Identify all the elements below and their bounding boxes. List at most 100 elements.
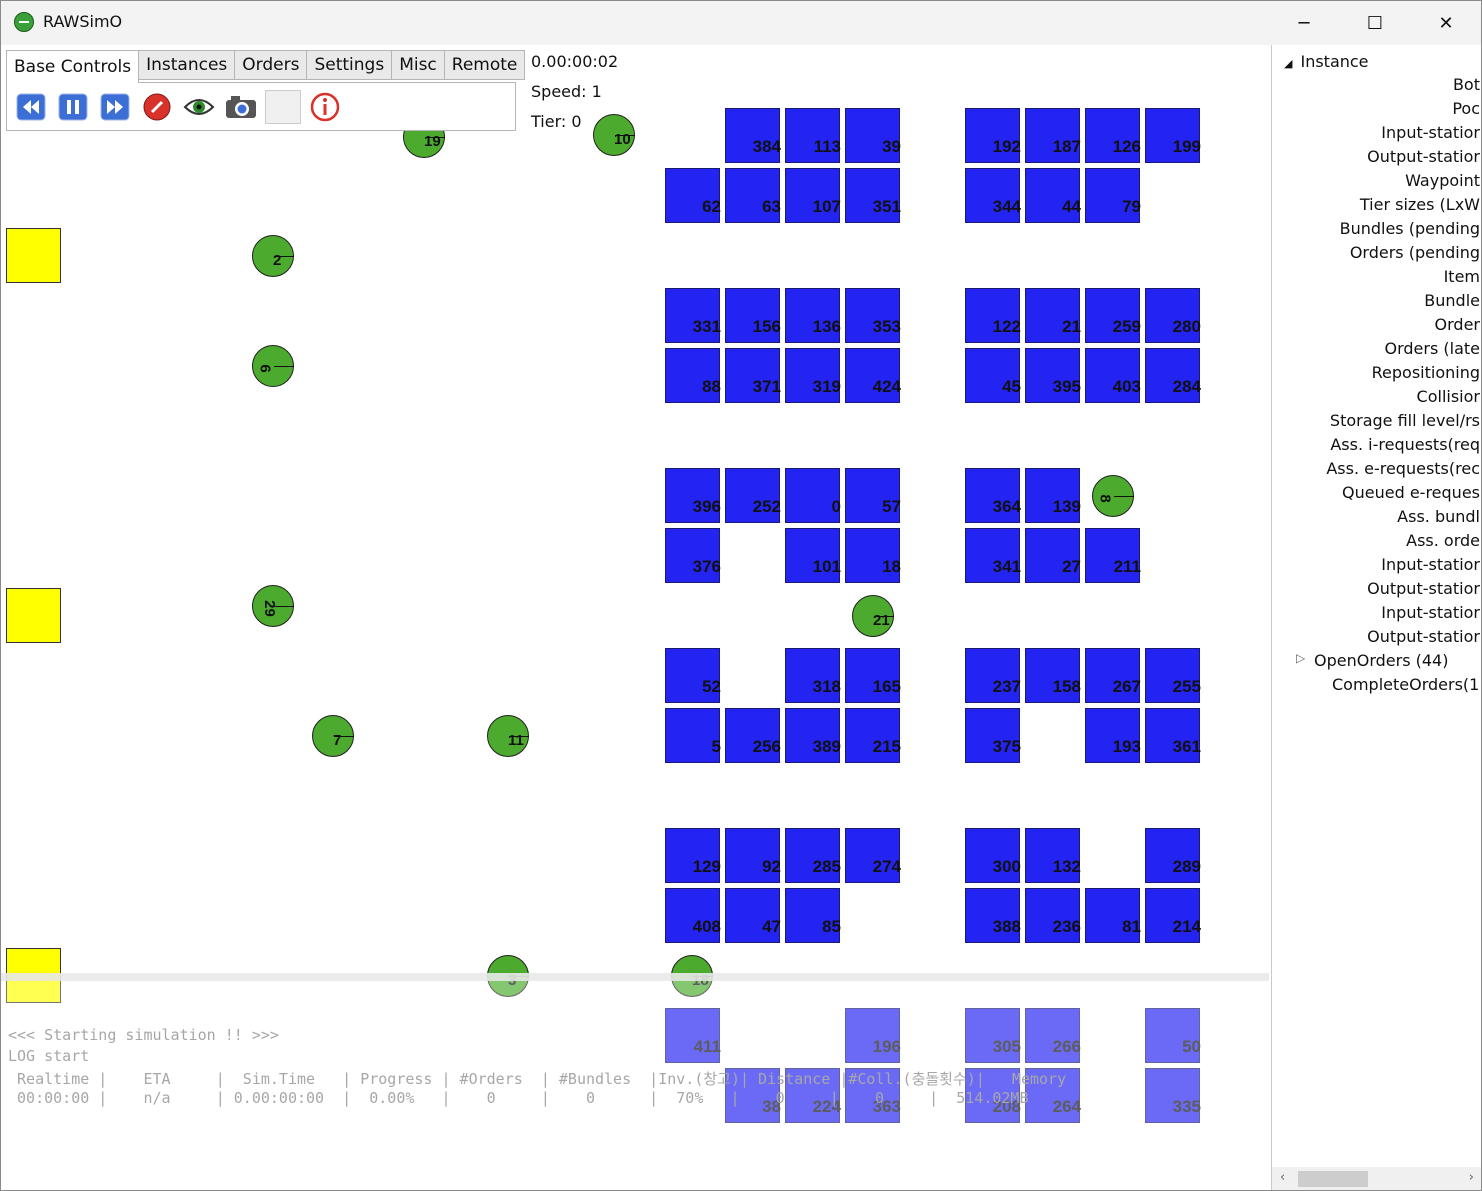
pod[interactable]: 85 [785, 888, 841, 943]
pod[interactable]: 331 [665, 288, 721, 343]
tree-item[interactable]: Output-statior [1367, 627, 1480, 646]
pod[interactable]: 361 [1145, 708, 1201, 763]
pod[interactable]: 424 [845, 348, 901, 403]
pod[interactable]: 237 [965, 648, 1021, 703]
pod[interactable]: 389 [785, 708, 841, 763]
tree-item[interactable]: Bundle [1424, 291, 1480, 310]
tab-misc[interactable]: Misc [391, 50, 445, 80]
pod[interactable]: 280 [1145, 288, 1201, 343]
pod[interactable]: 267 [1085, 648, 1141, 703]
pod[interactable]: 0 [785, 468, 841, 523]
pod[interactable]: 236 [1025, 888, 1081, 943]
visibility-button[interactable] [183, 92, 215, 122]
station[interactable] [6, 588, 61, 643]
pod[interactable]: 187 [1025, 108, 1081, 163]
scrollbar-thumb[interactable] [1298, 1171, 1368, 1187]
scroll-right-icon[interactable]: › [1469, 1170, 1474, 1185]
pod[interactable]: 45 [965, 348, 1021, 403]
pod[interactable]: 388 [965, 888, 1021, 943]
tab-orders[interactable]: Orders [234, 50, 308, 80]
bot[interactable]: 6 [252, 345, 294, 387]
pod[interactable]: 215 [845, 708, 901, 763]
pod[interactable]: 39 [845, 108, 901, 163]
pod[interactable]: 341 [965, 528, 1021, 583]
pod[interactable]: 132 [1025, 828, 1081, 883]
pod[interactable]: 371 [725, 348, 781, 403]
pause-button[interactable] [57, 92, 89, 122]
pod[interactable]: 408 [665, 888, 721, 943]
tree-item[interactable]: Output-statior [1367, 579, 1480, 598]
bot[interactable]: 10 [593, 114, 635, 156]
pod[interactable]: 353 [845, 288, 901, 343]
pod[interactable]: 129 [665, 828, 721, 883]
tab-settings[interactable]: Settings [306, 50, 393, 80]
pod[interactable]: 384 [725, 108, 781, 163]
pod[interactable]: 21 [1025, 288, 1081, 343]
bot[interactable]: 8 [1092, 475, 1134, 517]
expand-triangle-icon[interactable]: ▷ [1296, 651, 1305, 665]
pod[interactable]: 44 [1025, 168, 1081, 223]
pod[interactable]: 88 [665, 348, 721, 403]
tree-item[interactable]: Ass. orde [1406, 531, 1480, 550]
tab-instances[interactable]: Instances [138, 50, 236, 80]
info-button[interactable] [309, 92, 341, 122]
pod[interactable]: 63 [725, 168, 781, 223]
tree-item[interactable]: Item [1444, 267, 1480, 286]
pod[interactable]: 107 [785, 168, 841, 223]
pod[interactable]: 165 [845, 648, 901, 703]
tree-item[interactable]: Poc [1452, 99, 1480, 118]
pod[interactable]: 214 [1145, 888, 1201, 943]
tree-item[interactable]: Bundles (pending [1340, 219, 1480, 238]
tree-item[interactable]: Storage fill level/rs [1330, 411, 1480, 430]
pod[interactable]: 255 [1145, 648, 1201, 703]
horizontal-scrollbar[interactable]: ‹ › [1272, 1167, 1481, 1190]
pod[interactable]: 284 [1145, 348, 1201, 403]
bot[interactable]: 7 [312, 715, 354, 757]
pod[interactable]: 192 [965, 108, 1021, 163]
tree-item[interactable]: Tier sizes (LxW [1360, 195, 1480, 214]
pod[interactable]: 403 [1085, 348, 1141, 403]
pod[interactable]: 259 [1085, 288, 1141, 343]
simulation-canvas[interactable]: 384 113 39 192 187 126 199 62 63 107 351 344 44 79 331… [1, 45, 1269, 1190]
pod[interactable]: 344 [965, 168, 1021, 223]
pod[interactable]: 199 [1145, 108, 1201, 163]
pod[interactable]: 139 [1025, 468, 1081, 523]
tree-item[interactable]: Waypoint [1405, 171, 1480, 190]
fast-forward-button[interactable] [99, 92, 131, 122]
pod[interactable]: 126 [1085, 108, 1141, 163]
pod[interactable]: 274 [845, 828, 901, 883]
tree-item-complete-orders[interactable]: CompleteOrders(1 [1332, 675, 1479, 694]
stop-button[interactable] [141, 92, 173, 122]
bot[interactable]: 21 [852, 595, 894, 637]
tree-item[interactable]: Ass. i-requests(req [1330, 435, 1480, 454]
pod[interactable]: 81 [1085, 888, 1141, 943]
minimize-button[interactable]: ─ [1269, 1, 1339, 45]
tree-item[interactable]: Output-statior [1367, 147, 1480, 166]
tab-base-controls[interactable]: Base Controls [6, 50, 140, 83]
close-button[interactable]: ✕ [1411, 1, 1481, 45]
tree-item[interactable]: Collisior [1417, 387, 1480, 406]
pod[interactable]: 364 [965, 468, 1021, 523]
pod[interactable]: 52 [665, 648, 721, 703]
pod[interactable]: 158 [1025, 648, 1081, 703]
tree-item[interactable]: Input-statior [1381, 555, 1480, 574]
tree-item[interactable]: Ass. e-requests(rec [1326, 459, 1480, 478]
tree-item[interactable]: Queued e-reques [1342, 483, 1480, 502]
tree-item[interactable]: Bot [1453, 75, 1480, 94]
pod[interactable]: 136 [785, 288, 841, 343]
collapse-triangle-icon[interactable]: ◢ [1284, 57, 1292, 70]
bot[interactable]: 29 [252, 585, 294, 627]
tree-item[interactable]: Orders (late [1385, 339, 1481, 358]
pod[interactable]: 351 [845, 168, 901, 223]
pod[interactable]: 193 [1085, 708, 1141, 763]
pod[interactable]: 122 [965, 288, 1021, 343]
pod[interactable]: 156 [725, 288, 781, 343]
pod[interactable]: 252 [725, 468, 781, 523]
pod[interactable]: 57 [845, 468, 901, 523]
pod[interactable]: 300 [965, 828, 1021, 883]
pod[interactable]: 92 [725, 828, 781, 883]
tree-item[interactable]: Orders (pending [1350, 243, 1480, 262]
blank-button[interactable] [265, 90, 301, 124]
pod[interactable]: 375 [965, 708, 1021, 763]
pod[interactable]: 62 [665, 168, 721, 223]
